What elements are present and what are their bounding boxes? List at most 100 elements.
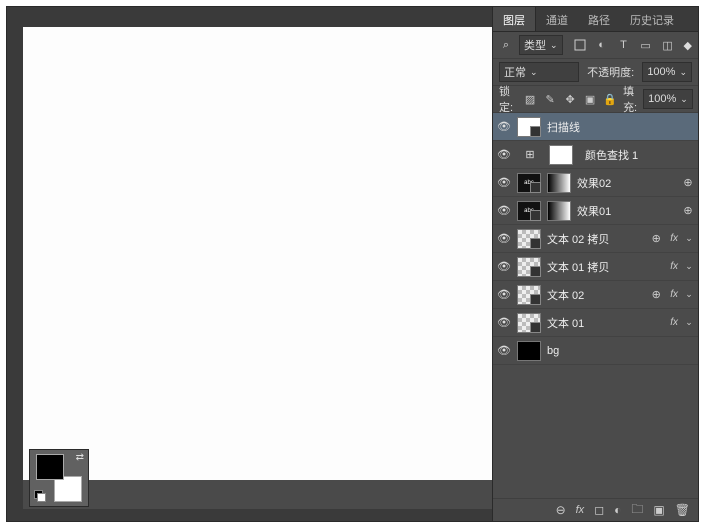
layer-row[interactable]: 👁 扫描线 bbox=[493, 113, 698, 141]
layer-name[interactable]: 效果02 bbox=[577, 175, 676, 191]
delete-layer-icon[interactable]: 🗑 bbox=[675, 503, 690, 517]
lock-icons: ▨ ✎ ✥ ▣ 🔒 bbox=[523, 93, 617, 106]
swap-colors-icon[interactable]: ⇄ bbox=[76, 452, 84, 463]
layer-row[interactable]: 👁 abc 效果01 ⊕ bbox=[493, 197, 698, 225]
layer-name[interactable]: 文本 01 bbox=[547, 315, 662, 331]
filter-kind-select[interactable]: 类型 ⌄ bbox=[519, 35, 563, 55]
lock-transparent-icon[interactable]: ▨ bbox=[523, 93, 537, 106]
fill-input[interactable]: 100% ⌄ bbox=[643, 89, 693, 109]
search-icon[interactable]: ⌕ bbox=[499, 39, 513, 52]
visibility-toggle-icon[interactable]: 👁 bbox=[497, 148, 511, 161]
layer-fx-icon[interactable]: fx bbox=[576, 504, 585, 516]
layer-thumbnail[interactable] bbox=[517, 341, 541, 361]
color-swatch-tool[interactable]: ⇄ bbox=[29, 449, 89, 507]
visibility-toggle-icon[interactable]: 👁 bbox=[497, 288, 511, 301]
new-layer-icon[interactable]: ▣ bbox=[653, 503, 664, 517]
fx-badge[interactable]: fx bbox=[670, 261, 678, 272]
lock-artboard-icon[interactable]: ▣ bbox=[583, 93, 597, 106]
panel-footer: ⊖ fx ◻ ◐ 🗀 ▣ 🗑 bbox=[493, 498, 698, 521]
layer-link-icon[interactable]: ⊕ bbox=[682, 204, 694, 217]
visibility-toggle-icon[interactable]: 👁 bbox=[497, 232, 511, 245]
default-colors-icon[interactable] bbox=[34, 490, 46, 502]
layer-name[interactable]: 颜色查找 1 bbox=[585, 147, 694, 163]
layer-thumbnail[interactable] bbox=[517, 313, 541, 333]
visibility-toggle-icon[interactable]: 👁 bbox=[497, 260, 511, 273]
opacity-label: 不透明度: bbox=[587, 64, 634, 80]
blend-row: 正常 ⌄ 不透明度: 100% ⌄ bbox=[493, 59, 698, 86]
layer-name[interactable]: bg bbox=[547, 345, 694, 357]
layer-mask-thumbnail[interactable] bbox=[549, 145, 573, 165]
filter-shape-icon[interactable]: ▭ bbox=[639, 38, 653, 52]
new-group-icon[interactable]: 🗀 bbox=[631, 500, 643, 521]
layer-mask-thumbnail[interactable] bbox=[547, 173, 571, 193]
blend-mode-select[interactable]: 正常 ⌄ bbox=[499, 62, 579, 82]
fx-expand-icon[interactable]: ⌄ bbox=[684, 261, 694, 272]
layer-row[interactable]: 👁 文本 01 fx ⌄ bbox=[493, 309, 698, 337]
panel-tabs: 图层 通道 路径 历史记录 bbox=[493, 7, 698, 32]
layer-thumbnail[interactable] bbox=[517, 117, 541, 137]
tab-layers[interactable]: 图层 bbox=[493, 7, 536, 31]
visibility-toggle-icon[interactable]: 👁 bbox=[497, 120, 511, 133]
canvas-area[interactable] bbox=[23, 27, 493, 509]
tab-history[interactable]: 历史记录 bbox=[620, 7, 684, 31]
fill-value: 100% bbox=[648, 93, 676, 105]
filter-smartobject-icon[interactable]: ◫ bbox=[661, 38, 675, 52]
chevron-down-icon: ⌄ bbox=[679, 67, 687, 78]
visibility-toggle-icon[interactable]: 👁 bbox=[497, 204, 511, 217]
layer-link-icon[interactable]: ⊕ bbox=[650, 288, 662, 301]
fx-expand-icon[interactable]: ⌄ bbox=[684, 289, 694, 300]
layer-row[interactable]: 👁 bg bbox=[493, 337, 698, 365]
layer-thumbnail[interactable] bbox=[517, 257, 541, 277]
layer-list: 👁 扫描线 👁 ⊞ 颜色查找 1 👁 abc 效果02 ⊕ 👁 abc bbox=[493, 113, 698, 498]
panel-menu-icon[interactable]: ◆ bbox=[684, 39, 692, 52]
layer-mask-thumbnail[interactable] bbox=[547, 201, 571, 221]
layer-name[interactable]: 文本 01 拷贝 bbox=[547, 259, 662, 275]
filter-pixel-icon[interactable] bbox=[573, 38, 587, 52]
fx-badge[interactable]: fx bbox=[670, 233, 678, 244]
fx-badge[interactable]: fx bbox=[670, 317, 678, 328]
layer-link-icon[interactable]: ⊕ bbox=[682, 176, 694, 189]
fill-label: 填充: bbox=[623, 83, 637, 115]
layer-name[interactable]: 文本 02 bbox=[547, 287, 644, 303]
lock-label: 锁定: bbox=[499, 83, 513, 115]
layer-thumbnail[interactable] bbox=[517, 229, 541, 249]
chevron-down-icon: ⌄ bbox=[550, 40, 558, 51]
foreground-color-swatch[interactable] bbox=[36, 454, 64, 480]
visibility-toggle-icon[interactable]: 👁 bbox=[497, 316, 511, 329]
lock-pixels-icon[interactable]: ✎ bbox=[543, 93, 557, 106]
lock-position-icon[interactable]: ✥ bbox=[563, 93, 577, 106]
chevron-down-icon: ⌄ bbox=[530, 67, 538, 78]
fx-badge[interactable]: fx bbox=[670, 289, 678, 300]
layer-thumbnail[interactable]: abc bbox=[517, 173, 541, 193]
opacity-input[interactable]: 100% ⌄ bbox=[642, 62, 692, 82]
document-canvas[interactable] bbox=[23, 27, 493, 480]
filter-type-icons: ◐ T ▭ ◫ bbox=[573, 38, 675, 52]
fx-expand-icon[interactable]: ⌄ bbox=[684, 233, 694, 244]
fx-expand-icon[interactable]: ⌄ bbox=[684, 317, 694, 328]
layer-link-icon[interactable]: ⊕ bbox=[650, 232, 662, 245]
visibility-toggle-icon[interactable]: 👁 bbox=[497, 176, 511, 189]
chevron-down-icon: ⌄ bbox=[680, 94, 688, 105]
tab-paths[interactable]: 路径 bbox=[578, 7, 620, 31]
layer-row[interactable]: 👁 ⊞ 颜色查找 1 bbox=[493, 141, 698, 169]
filter-adjustment-icon[interactable]: ◐ bbox=[595, 38, 609, 52]
tab-channels[interactable]: 通道 bbox=[536, 7, 578, 31]
adjustment-icon[interactable]: ⊞ bbox=[517, 144, 543, 166]
layer-name[interactable]: 扫描线 bbox=[547, 119, 694, 135]
filter-text-icon[interactable]: T bbox=[617, 38, 631, 52]
layer-row[interactable]: 👁 文本 02 拷贝 ⊕ fx ⌄ bbox=[493, 225, 698, 253]
layer-name[interactable]: 效果01 bbox=[577, 203, 676, 219]
lock-all-icon[interactable]: 🔒 bbox=[603, 93, 617, 106]
layer-thumbnail[interactable] bbox=[517, 285, 541, 305]
visibility-toggle-icon[interactable]: 👁 bbox=[497, 344, 511, 357]
layer-row[interactable]: 👁 abc 效果02 ⊕ bbox=[493, 169, 698, 197]
layer-row[interactable]: 👁 文本 01 拷贝 fx ⌄ bbox=[493, 253, 698, 281]
new-adjustment-icon[interactable]: ◐ bbox=[614, 503, 621, 517]
layers-panel: 图层 通道 路径 历史记录 ⌕ 类型 ⌄ ◐ T ▭ ◫ ◆ 正常 ⌄ bbox=[492, 7, 698, 521]
layer-name[interactable]: 文本 02 拷贝 bbox=[547, 231, 644, 247]
layer-row[interactable]: 👁 文本 02 ⊕ fx ⌄ bbox=[493, 281, 698, 309]
layer-thumbnail[interactable]: abc bbox=[517, 201, 541, 221]
add-mask-icon[interactable]: ◻ bbox=[594, 503, 604, 517]
filter-kind-label: 类型 bbox=[524, 37, 546, 53]
link-layers-icon[interactable]: ⊖ bbox=[556, 503, 566, 517]
